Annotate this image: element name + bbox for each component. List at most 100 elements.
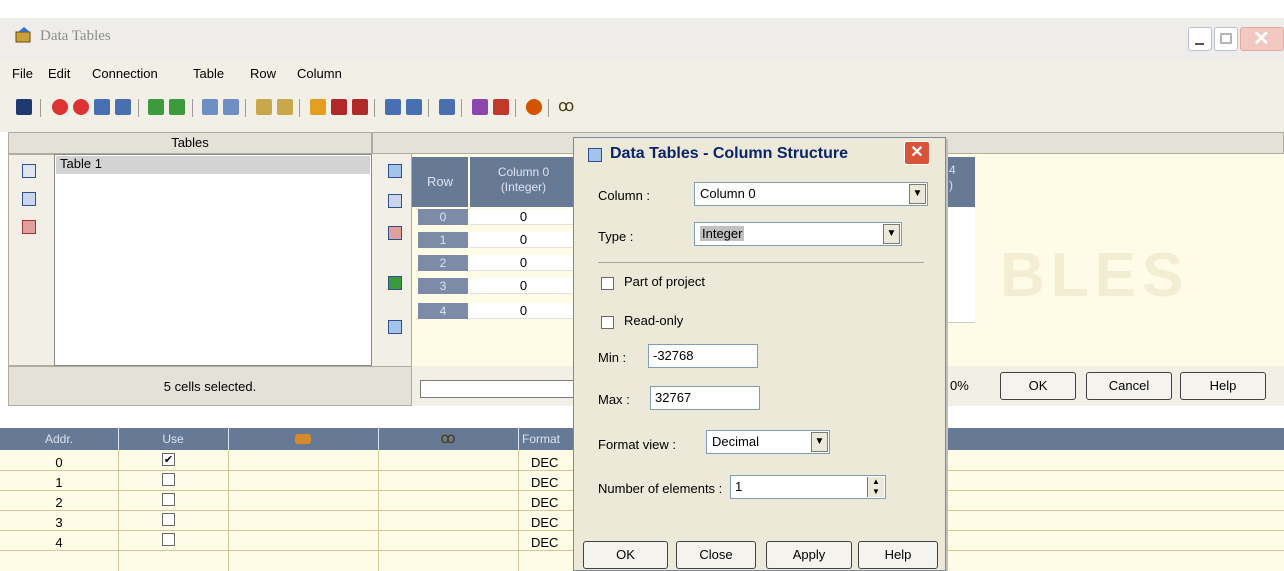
connection-column-header[interactable] xyxy=(228,428,378,450)
disconnect-icon[interactable] xyxy=(73,99,89,115)
row-number[interactable]: 4 xyxy=(418,303,468,319)
delete-table-icon[interactable] xyxy=(22,220,36,234)
column-select-value: Column 0 xyxy=(700,186,756,201)
grid-view-icon[interactable] xyxy=(388,194,402,208)
chart-icon[interactable] xyxy=(526,99,542,115)
toolbar-separator xyxy=(40,99,41,117)
addr-header[interactable]: Addr. xyxy=(0,428,118,450)
max-input[interactable]: 32767 xyxy=(650,386,760,410)
move-icon[interactable] xyxy=(331,99,347,115)
paste-icon[interactable] xyxy=(277,99,293,115)
maximize-button[interactable] xyxy=(1214,27,1238,51)
copy-icon[interactable] xyxy=(256,99,272,115)
grid-cell[interactable]: 0 xyxy=(470,303,577,319)
use-checkbox[interactable] xyxy=(162,513,175,526)
connect-icon[interactable] xyxy=(52,99,68,115)
column-properties-icon[interactable] xyxy=(439,99,455,115)
dialog-close-text-button[interactable]: Close xyxy=(676,541,756,569)
grid-refresh-icon[interactable] xyxy=(388,320,402,334)
toolbar-separator xyxy=(461,99,462,117)
format-view-select[interactable]: Decimal ▼ xyxy=(706,430,830,454)
type-select[interactable]: Integer ▼ xyxy=(694,222,902,246)
help-button[interactable]: Help xyxy=(1180,372,1266,400)
glasses-icon: ꝏ xyxy=(440,430,456,447)
row-number[interactable]: 1 xyxy=(418,232,468,248)
colors-icon[interactable] xyxy=(472,99,488,115)
minimize-button[interactable] xyxy=(1188,27,1212,51)
menu-row[interactable]: Row xyxy=(250,66,276,81)
minimize-icon xyxy=(1195,43,1204,45)
table-item-label: Table 1 xyxy=(60,156,102,171)
grid-cell[interactable]: 0 xyxy=(470,278,577,294)
read-only-checkbox[interactable] xyxy=(601,316,614,329)
read-only-label: Read-only xyxy=(624,313,684,328)
column-edit-icon[interactable] xyxy=(406,99,422,115)
use-checkbox[interactable] xyxy=(162,533,175,546)
grid-color-icon[interactable] xyxy=(493,99,509,115)
format-cell[interactable]: DEC xyxy=(531,455,558,470)
type-select-value: Integer xyxy=(700,226,745,241)
grid-cell[interactable]: 0 xyxy=(470,255,577,271)
dialog-close-button[interactable]: ✕ xyxy=(904,141,930,165)
row-number[interactable]: 2 xyxy=(418,255,468,271)
cancel-button[interactable]: Cancel xyxy=(1086,372,1172,400)
menu-table[interactable]: Table xyxy=(193,66,224,81)
chevron-down-icon[interactable]: ▼ xyxy=(811,432,828,452)
use-header[interactable]: Use xyxy=(118,428,228,450)
table-view-icon[interactable] xyxy=(22,192,36,206)
use-checkbox[interactable]: ✔ xyxy=(162,453,175,466)
use-checkbox[interactable] xyxy=(162,473,175,486)
toolbar-separator xyxy=(192,99,193,117)
dialog-help-button[interactable]: Help xyxy=(858,541,938,569)
table-icon[interactable] xyxy=(94,99,110,115)
import-icon[interactable] xyxy=(148,99,164,115)
format-cell[interactable]: DEC xyxy=(531,475,558,490)
delete-icon[interactable] xyxy=(352,99,368,115)
tables-list xyxy=(54,154,372,366)
menu-file[interactable]: File xyxy=(12,66,33,81)
grid-fill-icon[interactable] xyxy=(388,276,402,290)
table-item-1[interactable]: Table 1 xyxy=(56,156,370,174)
grid-cell[interactable]: 0 xyxy=(470,209,577,225)
number-of-elements-input[interactable]: 1 ▲ ▼ xyxy=(730,475,886,499)
column-4-cells[interactable] xyxy=(945,207,975,323)
dialog-apply-button[interactable]: Apply xyxy=(766,541,852,569)
part-of-project-checkbox[interactable] xyxy=(601,277,614,290)
column-select[interactable]: Column 0 ▼ xyxy=(694,182,928,206)
format-cell[interactable]: DEC xyxy=(531,515,558,530)
column-4-header[interactable]: 4 ) xyxy=(945,157,975,207)
column-0-header[interactable]: Column 0 (Integer) xyxy=(470,157,577,207)
table-list-icon[interactable] xyxy=(22,164,36,178)
column-icon[interactable] xyxy=(385,99,401,115)
move-right-icon[interactable] xyxy=(310,99,326,115)
format-cell[interactable]: DEC xyxy=(531,495,558,510)
table-edit-icon[interactable] xyxy=(115,99,131,115)
toolbar-separator xyxy=(299,99,300,117)
divider xyxy=(598,262,924,263)
use-checkbox[interactable] xyxy=(162,493,175,506)
grid-format-icon[interactable] xyxy=(388,164,402,178)
menu-connection[interactable]: Connection xyxy=(92,66,158,81)
monitor-column-header[interactable]: ꝏ xyxy=(378,428,518,450)
save-icon[interactable] xyxy=(16,99,32,115)
export-icon[interactable] xyxy=(169,99,185,115)
ok-button[interactable]: OK xyxy=(1000,372,1076,400)
menu-edit[interactable]: Edit xyxy=(48,66,70,81)
insert-row-icon[interactable] xyxy=(202,99,218,115)
close-window-button[interactable]: ✕ xyxy=(1240,27,1284,51)
spinner-icon[interactable]: ▲ ▼ xyxy=(867,477,884,497)
grid-cell[interactable]: 0 xyxy=(470,232,577,248)
format-cell[interactable]: DEC xyxy=(531,535,558,550)
min-input[interactable]: -32768 xyxy=(648,344,758,368)
format-view-value: Decimal xyxy=(712,434,759,449)
row-number[interactable]: 0 xyxy=(418,209,468,225)
chevron-down-icon[interactable]: ▼ xyxy=(909,184,926,204)
delete-row-icon[interactable] xyxy=(223,99,239,115)
row-number[interactable]: 3 xyxy=(418,278,468,294)
menu-column[interactable]: Column xyxy=(297,66,342,81)
glasses-icon[interactable]: ꝏ xyxy=(558,96,574,116)
chevron-down-icon[interactable]: ▼ xyxy=(883,224,900,244)
grid-delete-icon[interactable] xyxy=(388,226,402,240)
dialog-ok-button[interactable]: OK xyxy=(583,541,668,569)
column-0-name: Column 0 xyxy=(497,165,550,179)
